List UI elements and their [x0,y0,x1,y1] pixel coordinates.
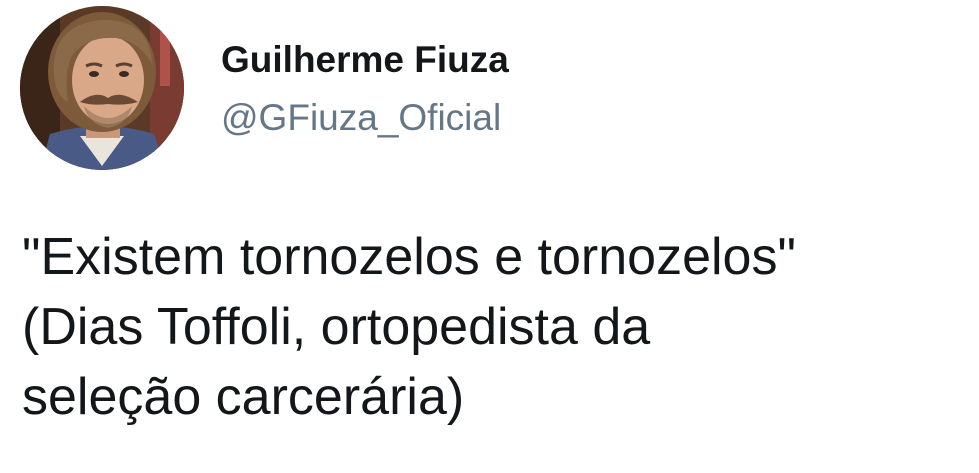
avatar-photo-icon [20,6,184,170]
tweet-text-line: "Existem tornozelos e tornozelos" [22,228,796,286]
tweet-text: "Existem tornozelos e tornozelos" (Dias … [22,222,979,432]
author-display-name[interactable]: Guilherme Fiuza [221,38,509,82]
tweet-text-line: (Dias Toffoli, ortopedista da [22,298,651,356]
avatar[interactable] [20,6,184,170]
author-handle[interactable]: @GFiuza_Oficial [221,96,501,140]
tweet-text-line: seleção carcerária) [22,368,465,426]
tweet-card: Guilherme Fiuza @GFiuza_Oficial "Existem… [0,0,979,473]
